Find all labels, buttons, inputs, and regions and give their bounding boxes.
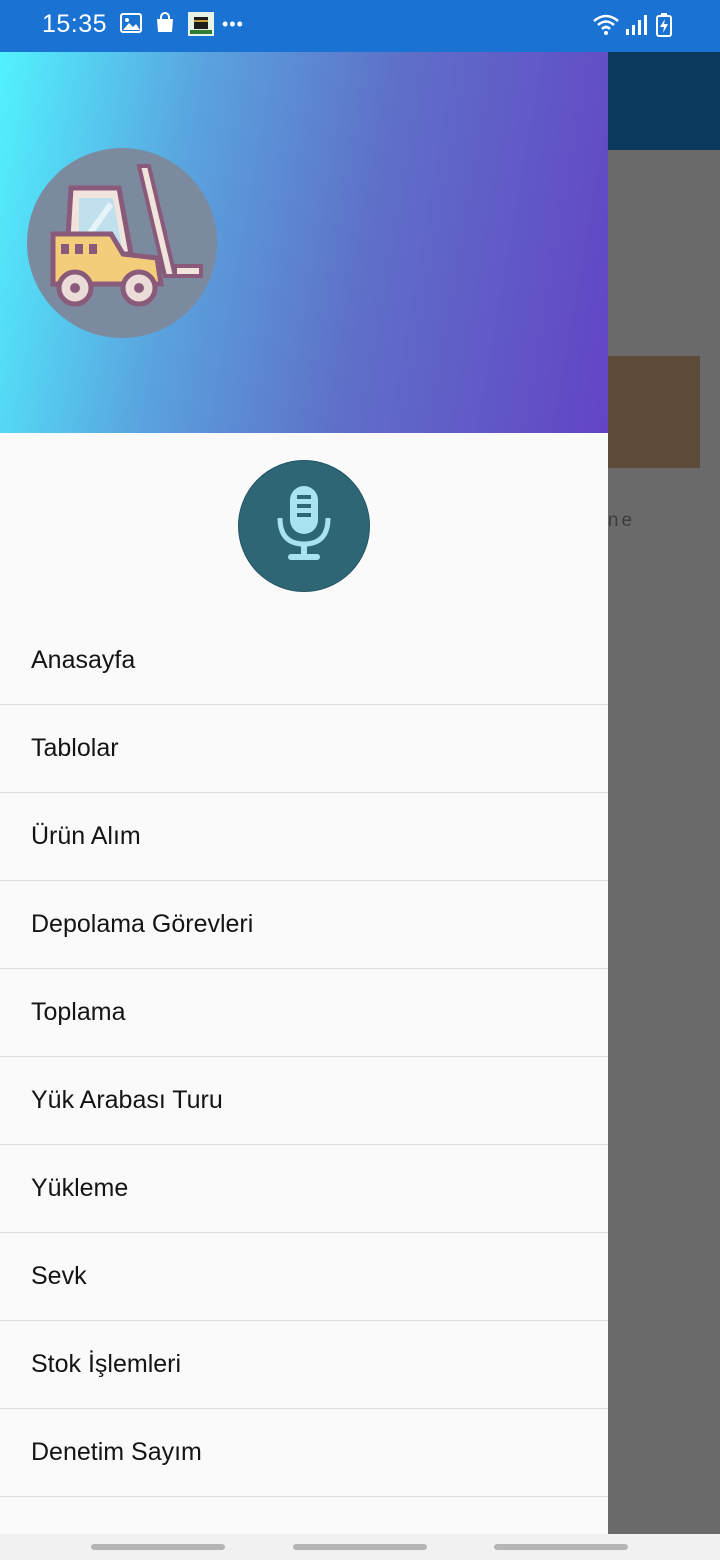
gallery-icon xyxy=(120,12,144,36)
nav-back-button[interactable] xyxy=(494,1544,628,1550)
wifi-icon xyxy=(592,13,619,37)
menu-item-yuk-arabasi-turu[interactable]: Yük Arabası Turu xyxy=(0,1057,608,1145)
system-nav-bar xyxy=(0,1534,720,1560)
menu-item-label: Anasayfa xyxy=(31,646,136,674)
menu-item-toplama[interactable]: Toplama xyxy=(0,969,608,1057)
menu-item-denetim-sayim[interactable]: Denetim Sayım xyxy=(0,1409,608,1497)
navigation-drawer: Anasayfa Tablolar Ürün Alım Depolama Gör… xyxy=(0,52,608,1534)
menu-item-depolama-gorevleri[interactable]: Depolama Görevleri xyxy=(0,881,608,969)
menu-item-sevk[interactable]: Sevk xyxy=(0,1233,608,1321)
menu-item-label: Tablolar xyxy=(31,734,119,762)
nav-recents-button[interactable] xyxy=(91,1544,225,1550)
menu-item-label: Toplama xyxy=(31,998,126,1026)
menu-item-label: Denetim Sayım xyxy=(31,1438,202,1466)
drawer-header xyxy=(0,52,608,433)
status-time: 15:35 xyxy=(42,10,108,38)
status-bar: 15:35 ••• xyxy=(0,0,720,52)
menu-item-label: Depolama Görevleri xyxy=(31,910,254,938)
app-badge-icon xyxy=(188,12,214,36)
signal-icon xyxy=(624,13,648,37)
more-notifications-icon: ••• xyxy=(222,13,244,34)
system-icons xyxy=(592,13,680,37)
voice-command-button[interactable] xyxy=(238,460,370,592)
drawer-menu: Anasayfa Tablolar Ürün Alım Depolama Gör… xyxy=(0,617,608,1497)
battery-charging-icon xyxy=(656,13,680,37)
menu-item-label: Ürün Alım xyxy=(31,822,141,850)
forklift-icon xyxy=(27,148,217,338)
menu-item-label: Stok İşlemleri xyxy=(31,1350,182,1378)
nav-home-button[interactable] xyxy=(293,1544,427,1550)
microphone-icon xyxy=(272,482,336,571)
menu-item-label: Yükleme xyxy=(31,1174,129,1202)
menu-item-stok-islemleri[interactable]: Stok İşlemleri xyxy=(0,1321,608,1409)
menu-item-urun-alim[interactable]: Ürün Alım xyxy=(0,793,608,881)
menu-item-anasayfa[interactable]: Anasayfa xyxy=(0,617,608,705)
menu-item-label: Yük Arabası Turu xyxy=(31,1086,223,1114)
menu-item-yukleme[interactable]: Yükleme xyxy=(0,1145,608,1233)
notification-icons: ••• xyxy=(120,12,244,36)
menu-item-label: Sevk xyxy=(31,1262,87,1290)
shopping-bag-icon xyxy=(154,12,178,36)
menu-item-tablolar[interactable]: Tablolar xyxy=(0,705,608,793)
